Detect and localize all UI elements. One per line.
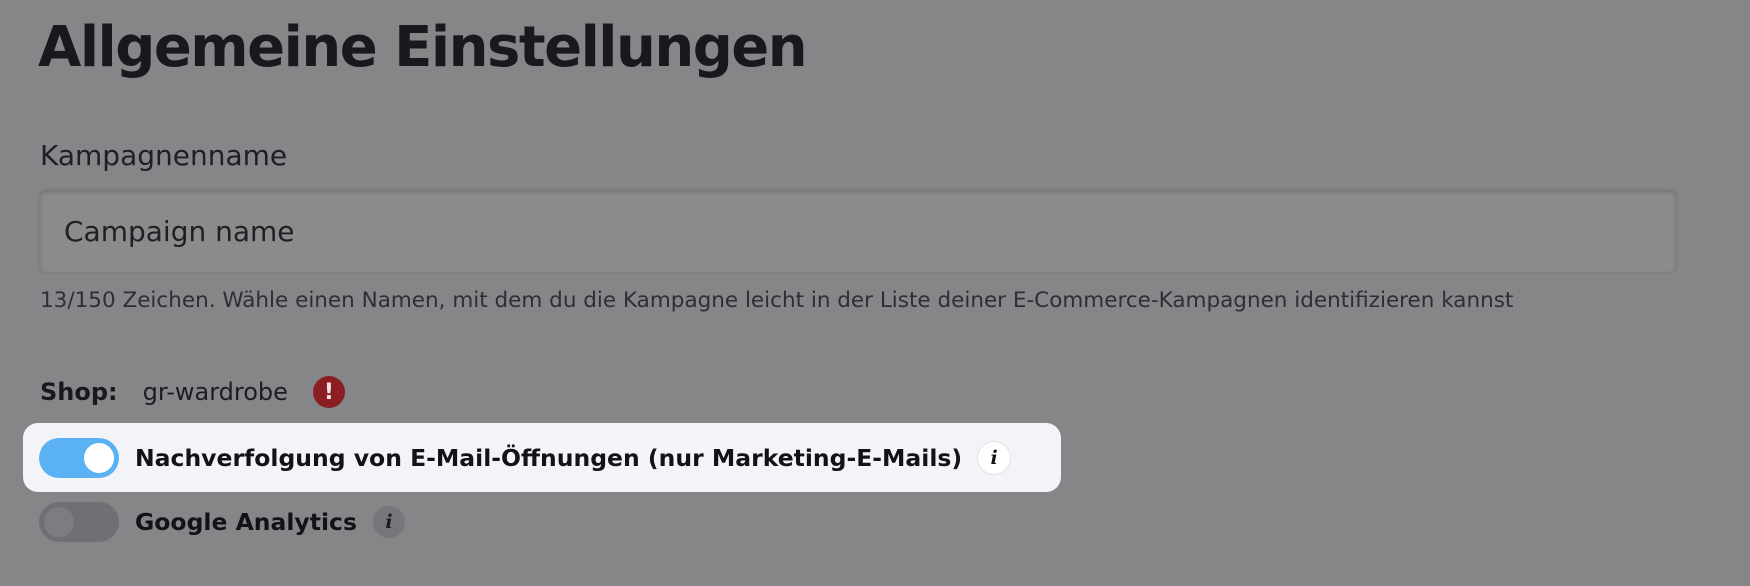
info-icon[interactable]: i (372, 506, 405, 538)
campaign-name-helper-text: 13/150 Zeichen. Wähle einen Namen, mit d… (40, 288, 1514, 313)
toggle-knob (44, 507, 74, 537)
email-open-tracking-toggle[interactable] (39, 438, 119, 478)
page-title: Allgemeine Einstellungen (38, 15, 808, 80)
shop-row: Shop: gr-wardrobe ! (40, 372, 345, 412)
shop-label: Shop: (40, 378, 118, 406)
email-open-tracking-row: Nachverfolgung von E-Mail-Öffnungen (nur… (39, 438, 1011, 478)
toggle-knob (84, 443, 114, 473)
campaign-name-label: Kampagnenname (40, 139, 288, 172)
email-open-tracking-label: Nachverfolgung von E-Mail-Öffnungen (nur… (135, 444, 963, 472)
campaign-name-input[interactable] (38, 188, 1678, 274)
exclamation-circle-icon[interactable]: ! (312, 376, 345, 408)
google-analytics-label: Google Analytics (135, 508, 357, 536)
google-analytics-row: Google Analytics i (39, 502, 405, 542)
info-icon[interactable]: i (978, 442, 1011, 474)
google-analytics-toggle[interactable] (39, 502, 119, 542)
shop-value: gr-wardrobe (142, 378, 288, 406)
